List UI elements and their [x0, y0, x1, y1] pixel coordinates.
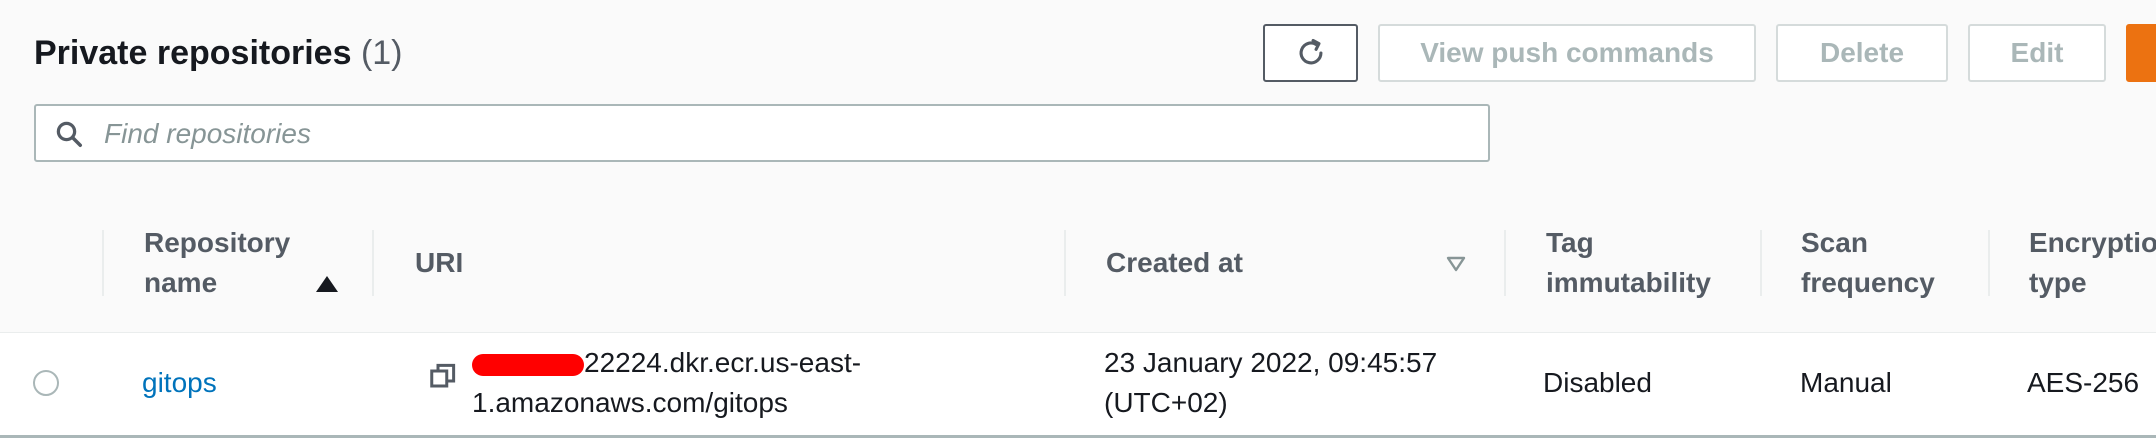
search-icon — [56, 121, 82, 147]
refresh-icon — [1299, 38, 1322, 65]
column-header-tag-immutability[interactable]: Tag immutability — [1546, 194, 1746, 332]
created-at-timezone: (UTC+02) — [1104, 387, 1228, 418]
row-select-radio[interactable] — [33, 370, 59, 396]
page-header: Private repositories (1) View push comma… — [0, 0, 2156, 195]
repository-count: (1) — [360, 34, 403, 72]
column-label: Tag immutability — [1546, 227, 1711, 298]
create-repository-button[interactable] — [2126, 24, 2156, 82]
column-divider — [1760, 230, 1762, 296]
column-divider — [1064, 230, 1066, 296]
column-label: Created at — [1106, 247, 1243, 278]
uri-cell: 22224.dkr.ecr.us-east-1.amazonaws.com/gi… — [472, 343, 912, 423]
created-at-cell: 23 January 2022, 09:45:57 (UTC+02) — [1104, 343, 1437, 423]
column-label: Scan frequency — [1801, 227, 1935, 298]
column-divider — [102, 230, 104, 296]
created-at-date: 23 January 2022, 09:45:57 — [1104, 347, 1438, 378]
page-title: Private repositories (1) — [34, 34, 403, 73]
column-header-encryption-type[interactable]: Encryption type — [2029, 194, 2156, 332]
column-header-repository-name[interactable]: Repository name — [144, 194, 344, 332]
sort-descending-icon[interactable] — [1446, 256, 1466, 272]
search-input[interactable] — [102, 112, 1466, 156]
column-label: Encryption type — [2029, 227, 2156, 298]
copy-icon[interactable] — [428, 361, 458, 391]
tag-immutability-cell: Disabled — [1543, 367, 1652, 398]
table-header: Repository name URI Created at Tag immut… — [0, 194, 2156, 333]
repository-link[interactable]: gitops — [142, 367, 217, 398]
repository-name-cell: gitops — [142, 363, 217, 403]
view-push-commands-button[interactable]: View push commands — [1378, 24, 1756, 82]
column-divider — [372, 230, 374, 296]
encryption-type-cell: AES-256 — [2027, 367, 2140, 398]
delete-button[interactable]: Delete — [1776, 24, 1948, 82]
column-label: URI — [415, 247, 464, 278]
edit-button[interactable]: Edit — [1968, 24, 2106, 82]
column-divider — [1504, 230, 1506, 296]
redaction-mark — [472, 353, 584, 376]
search-box[interactable] — [34, 104, 1490, 162]
table-row[interactable]: gitops 22224.dkr.ecr.us-east-1.amazonaws… — [0, 333, 2156, 438]
column-header-created-at[interactable]: Created at — [1106, 194, 1406, 332]
page-title-text: Private repositories — [34, 34, 352, 72]
column-divider — [1988, 230, 1990, 296]
scan-frequency-cell: Manual — [1800, 367, 1892, 398]
column-header-uri[interactable]: URI — [415, 194, 715, 332]
sort-ascending-icon[interactable] — [316, 276, 338, 292]
refresh-button[interactable] — [1263, 24, 1358, 82]
column-header-scan-frequency[interactable]: Scan frequency — [1801, 194, 1981, 332]
column-label: Repository name — [144, 227, 291, 298]
